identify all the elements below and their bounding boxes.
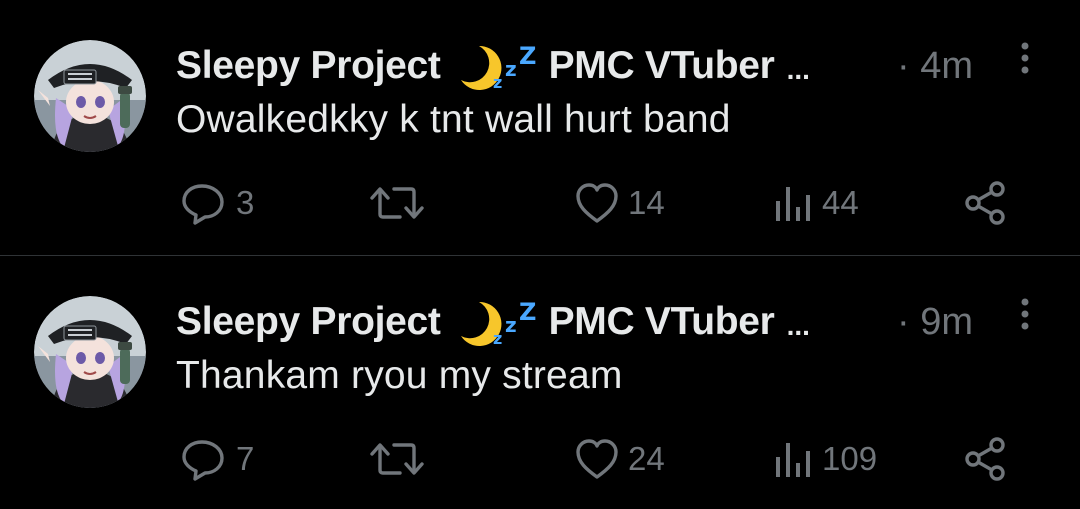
svg-text:z: z xyxy=(505,57,517,81)
reply-icon xyxy=(180,437,228,481)
author-name-suffix[interactable]: PMC VTuber xyxy=(549,44,775,88)
svg-text:z: z xyxy=(505,313,517,337)
reply-count: 3 xyxy=(236,184,255,221)
author-display-name[interactable]: Sleepy Project xyxy=(176,44,441,88)
reply-button[interactable]: 7 xyxy=(180,436,254,482)
svg-text:Z: Z xyxy=(519,298,536,326)
name-truncation: ... xyxy=(786,54,810,85)
reply-icon xyxy=(180,181,228,225)
like-button[interactable]: 24 xyxy=(574,436,665,482)
moon-zzz-emoji: z z Z xyxy=(457,298,543,348)
post-header: Sleepy Project z z Z PMC VTuber ... xyxy=(176,40,810,92)
time-ago: 9m xyxy=(920,301,974,343)
reply-button[interactable]: 3 xyxy=(180,180,254,226)
repost-button[interactable] xyxy=(368,180,434,226)
view-count: 109 xyxy=(822,440,878,477)
share-icon xyxy=(963,436,1009,482)
name-truncation: ... xyxy=(786,310,810,341)
more-options-icon[interactable] xyxy=(1012,296,1038,336)
time-separator: · xyxy=(897,301,910,343)
repost-icon xyxy=(368,181,426,225)
post-header: Sleepy Project z z Z PMC VTuber ... xyxy=(176,296,810,348)
share-button[interactable] xyxy=(963,436,1009,482)
post-text: Owalkedkky k tnt wall hurt band xyxy=(176,98,731,141)
svg-text:z: z xyxy=(493,329,502,346)
views-button[interactable]: 44 xyxy=(772,180,859,226)
timeline: Sleepy Project z z Z PMC VTuber ... · 4m xyxy=(0,0,1080,509)
author-name-suffix[interactable]: PMC VTuber xyxy=(549,300,775,344)
svg-text:z: z xyxy=(493,73,502,90)
reply-count: 7 xyxy=(236,440,255,477)
svg-text:Z: Z xyxy=(519,42,536,70)
moon-zzz-emoji: z z Z xyxy=(457,42,543,92)
author-display-name[interactable]: Sleepy Project xyxy=(176,300,441,344)
views-chart-icon xyxy=(772,437,814,481)
repost-button[interactable] xyxy=(368,436,434,482)
post-timestamp[interactable]: · 9m xyxy=(897,301,973,344)
avatar[interactable] xyxy=(34,40,146,152)
like-count: 14 xyxy=(628,184,665,221)
views-chart-icon xyxy=(772,181,814,225)
time-ago: 4m xyxy=(920,45,974,87)
post[interactable]: Sleepy Project z z Z PMC VTuber ... · 4m xyxy=(0,0,1080,255)
time-separator: · xyxy=(897,45,910,87)
post[interactable]: Sleepy Project z z Z PMC VTuber ... · 9m xyxy=(0,256,1080,509)
post-timestamp[interactable]: · 4m xyxy=(897,45,973,88)
heart-icon xyxy=(574,181,620,225)
post-text: Thankam ryou my stream xyxy=(176,354,623,397)
view-count: 44 xyxy=(822,184,859,221)
avatar[interactable] xyxy=(34,296,146,408)
like-count: 24 xyxy=(628,440,665,477)
share-button[interactable] xyxy=(963,180,1009,226)
more-options-icon[interactable] xyxy=(1012,40,1038,80)
share-icon xyxy=(963,180,1009,226)
like-button[interactable]: 14 xyxy=(574,180,665,226)
heart-icon xyxy=(574,437,620,481)
views-button[interactable]: 109 xyxy=(772,436,877,482)
repost-icon xyxy=(368,437,426,481)
